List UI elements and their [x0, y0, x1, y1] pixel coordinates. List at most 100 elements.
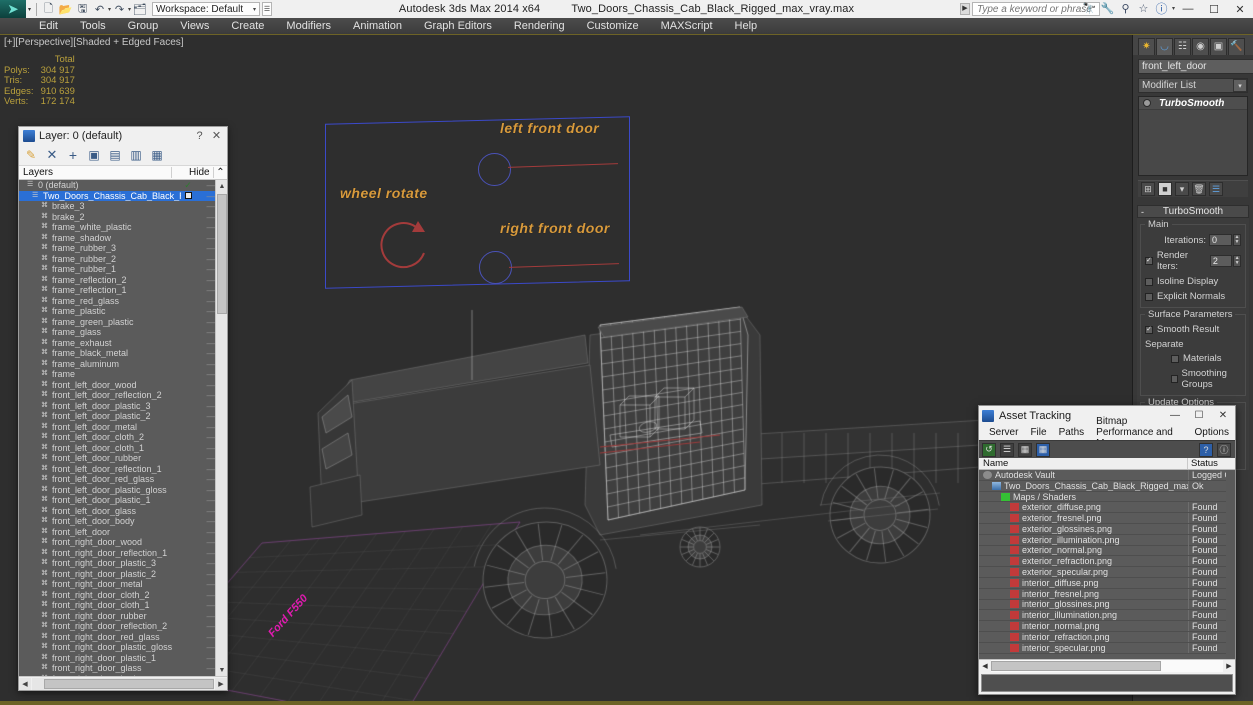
layer-row[interactable]: ⌘ front_right_door_plastic_3—: [19, 558, 227, 569]
layer-list-vscrollbar[interactable]: ▲ ▼: [215, 180, 227, 676]
asset-row[interactable]: exterior_specular.png Found: [979, 567, 1235, 578]
scroll-up-icon[interactable]: ▲: [216, 180, 227, 192]
menu-tools[interactable]: Tools: [69, 18, 117, 35]
layer-row[interactable]: ⌘ front_left_door_plastic_3—: [19, 401, 227, 412]
materials-checkbox[interactable]: [1171, 354, 1179, 363]
hscroll-right-icon[interactable]: ▶: [215, 677, 227, 690]
show-end-result-icon[interactable]: ■: [1158, 182, 1172, 196]
column-name[interactable]: Name: [979, 458, 1188, 469]
hscroll-thumb[interactable]: [44, 678, 214, 689]
menu-help[interactable]: Help: [724, 18, 769, 35]
search-input[interactable]: [973, 3, 1099, 15]
collapse-icon[interactable]: -: [1141, 207, 1144, 217]
menu-group[interactable]: Group: [117, 18, 170, 35]
hscroll-thumb[interactable]: [991, 661, 1161, 671]
layer-row[interactable]: ⌘ front_left_door_red_glass —: [19, 474, 227, 485]
grid-view-icon[interactable]: ▦: [1036, 442, 1050, 457]
layer-row[interactable]: ⌘ front_left_door_cloth_1—: [19, 443, 227, 454]
asset-list-hscrollbar[interactable]: ◀ ▶: [979, 659, 1235, 672]
make-unique-icon[interactable]: ▾: [1175, 182, 1189, 196]
list-view-icon[interactable]: ☰: [1000, 442, 1014, 457]
iterations-value[interactable]: 0: [1209, 234, 1232, 246]
field-smooth-result[interactable]: ✓ Smooth Result: [1145, 324, 1241, 335]
modify-tab[interactable]: ◡: [1156, 37, 1173, 55]
chevron-down-icon[interactable]: ▾: [1233, 79, 1247, 92]
menu-views[interactable]: Views: [169, 18, 220, 35]
select-objects-icon[interactable]: ▣: [86, 147, 102, 163]
render-iters-stepper[interactable]: ▲ ▼: [1233, 255, 1241, 267]
layer-row[interactable]: ⌘ frame_white_plastic —: [19, 222, 227, 233]
asset-row[interactable]: interior_diffuse.png Found: [979, 577, 1235, 589]
wrench-icon[interactable]: 🔧: [1100, 1, 1115, 16]
asset-row[interactable]: interior_normal.png Found: [979, 621, 1235, 632]
asset-row[interactable]: exterior_illumination.png Found: [979, 534, 1235, 546]
asset-row[interactable]: interior_illumination.png Found: [979, 610, 1235, 622]
field-isoline-display[interactable]: Isoline Display: [1145, 276, 1241, 287]
hierarchy-tab[interactable]: ☷: [1174, 37, 1191, 55]
close-button[interactable]: ✕: [1227, 0, 1253, 18]
lightbulb-icon[interactable]: [1143, 99, 1151, 107]
layer-row[interactable]: ⌘ front_right_door_reflection_1—: [19, 548, 227, 559]
asset-row[interactable]: exterior_normal.png Found: [979, 545, 1235, 557]
remove-selection-icon[interactable]: ▦: [149, 147, 165, 163]
asset-row[interactable]: exterior_fresnel.png Found: [979, 513, 1235, 524]
menu-customize[interactable]: Customize: [576, 18, 650, 35]
hscroll-track[interactable]: [991, 660, 1223, 672]
asset-row[interactable]: Autodesk Vault Logged O: [979, 470, 1235, 481]
layer-visibility-toggle[interactable]: [181, 191, 195, 201]
layer-row[interactable]: ☰Two_Doors_Chassis_Cab_Black_Rigged—: [19, 190, 227, 201]
asset-row[interactable]: interior_fresnel.png Found: [979, 588, 1235, 600]
smoothing-groups-checkbox[interactable]: [1171, 375, 1178, 383]
layer-row[interactable]: ⌘ front_right_door_wood —: [19, 537, 227, 548]
layer-row[interactable]: ⌘ frame_rubber_3—: [19, 243, 227, 254]
menu-animation[interactable]: Animation: [342, 18, 413, 35]
field-materials[interactable]: Materials: [1145, 353, 1241, 364]
layer-row[interactable]: ⌘ frame_red_glass —: [19, 296, 227, 307]
layer-row[interactable]: ⌘ front_right_door_plastic_1—: [19, 653, 227, 664]
layer-row[interactable]: ⌘ front_left_door_wood —: [19, 380, 227, 391]
asset-menu-server[interactable]: Server: [983, 427, 1024, 438]
render-iters-value[interactable]: 2: [1209, 255, 1233, 267]
layer-row[interactable]: ⌘ front_right_door_rubber —: [19, 611, 227, 622]
scroll-thumb[interactable]: [217, 194, 227, 314]
layer-row[interactable]: ⌘ frame_black_metal —: [19, 348, 227, 359]
layer-row[interactable]: ⌘ frame_reflection_1—: [19, 285, 227, 296]
remove-modifier-icon[interactable]: 🗑: [1192, 182, 1206, 196]
layer-row[interactable]: ⌘ front_left_door_rubber —: [19, 453, 227, 464]
layer-help-button[interactable]: ?: [191, 128, 208, 143]
layer-row[interactable]: ⌘ front_right_door_cloth_1—: [19, 600, 227, 611]
asset-row[interactable]: exterior_diffuse.png Found: [979, 502, 1235, 514]
layer-row[interactable]: ⌘ front_right_door_red_glass —: [19, 632, 227, 643]
detail-view-icon[interactable]: ▦: [1018, 442, 1032, 457]
field-explicit-normals[interactable]: Explicit Normals: [1145, 291, 1241, 302]
utilities-tab[interactable]: 🔨: [1228, 37, 1245, 55]
menu-edit[interactable]: Edit: [28, 18, 69, 35]
subscription-icon[interactable]: ⚲: [1118, 1, 1133, 16]
layer-row[interactable]: ☰ 0 (default) ✓ —: [19, 180, 227, 191]
add-layer-icon[interactable]: +: [65, 147, 81, 163]
new-layer-icon[interactable]: ✎: [23, 147, 39, 163]
rollout-header[interactable]: - TurboSmooth: [1137, 205, 1249, 218]
delete-layer-icon[interactable]: ✕: [44, 147, 60, 163]
motion-tab[interactable]: ◉: [1192, 37, 1209, 55]
layer-row[interactable]: ⌘ front_right_door_cloth_2—: [19, 590, 227, 601]
asset-row[interactable]: exterior_refraction.png Found: [979, 556, 1235, 568]
keyword-search[interactable]: [972, 2, 1100, 16]
layer-row[interactable]: ⌘ frame_glass —: [19, 327, 227, 338]
menu-rendering[interactable]: Rendering: [503, 18, 576, 35]
layer-row[interactable]: ⌘ frame_reflection_2—: [19, 275, 227, 286]
column-sort-icon[interactable]: ⌃: [214, 167, 227, 178]
layer-row[interactable]: ⌘ front_left_door_metal —: [19, 422, 227, 433]
add-selection-icon[interactable]: ▥: [128, 147, 144, 163]
hscroll-track[interactable]: [32, 677, 214, 690]
pin-stack-icon[interactable]: ⊞: [1141, 182, 1155, 196]
asset-menu-paths[interactable]: Paths: [1053, 427, 1091, 438]
display-tab[interactable]: ▣: [1210, 37, 1227, 55]
menu-graph-editors[interactable]: Graph Editors: [413, 18, 503, 35]
layer-row[interactable]: ⌘ front_right_door_plastic_gloss —: [19, 642, 227, 653]
column-status[interactable]: Status: [1188, 458, 1235, 469]
favorites-star-icon[interactable]: ☆: [1136, 1, 1151, 16]
modifier-stack[interactable]: TurboSmooth: [1138, 96, 1248, 176]
smooth-result-checkbox[interactable]: ✓: [1145, 325, 1153, 334]
asset-menu-options[interactable]: Options: [1189, 427, 1235, 438]
